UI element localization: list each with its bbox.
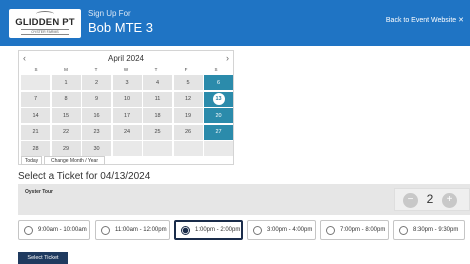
time-slot-option-selected[interactable]: 1:00pm - 2:00pm (174, 220, 243, 240)
calendar-day[interactable]: 14 (21, 108, 50, 123)
radio-unchecked-icon[interactable] (253, 225, 262, 235)
calendar-day[interactable]: 16 (82, 108, 111, 123)
calendar-day[interactable]: 18 (143, 108, 172, 123)
calendar-day-grid: 1 2 3 4 5 6 7 8 9 10 11 12 13 14 15 16 17 18 19 20 21 22 23 24 2… (21, 75, 233, 156)
calendar-empty-cell (204, 141, 233, 156)
weekday-label: S (34, 67, 38, 72)
calendar-empty-cell (21, 75, 50, 90)
calendar-day-available[interactable]: 6 (204, 75, 233, 90)
calendar-day[interactable]: 5 (173, 75, 203, 90)
month-title: April 2024 (107, 54, 145, 63)
header-bar: GLIDDEN PT OYSTER FARMS Sign Up For Bob … (0, 0, 470, 46)
select-ticket-button[interactable]: Select Ticket (18, 252, 68, 264)
calendar-day-selected[interactable]: 13 (204, 91, 233, 107)
radio-unchecked-icon[interactable] (399, 225, 408, 235)
radio-unchecked-icon[interactable] (101, 225, 110, 235)
calendar-day-available[interactable]: 27 (204, 124, 233, 140)
time-slot-label: 11:00am - 12:00pm (115, 227, 167, 233)
calendar-day[interactable]: 21 (21, 124, 50, 140)
glidden-point-logo[interactable]: GLIDDEN PT OYSTER FARMS (9, 9, 81, 38)
ticket-name: Oyster Tour (25, 189, 53, 195)
calendar-day[interactable]: 22 (51, 124, 81, 140)
calendar-day[interactable]: 7 (21, 91, 50, 107)
ticket-row: Oyster Tour − 2 + (18, 184, 470, 215)
weekday-header: S M T W T F S (21, 67, 231, 74)
plus-icon[interactable]: + (442, 193, 457, 208)
calendar-empty-cell (143, 141, 172, 156)
calendar-day[interactable]: 29 (51, 141, 81, 156)
calendar-day[interactable]: 15 (51, 108, 81, 123)
calendar-day[interactable]: 24 (112, 124, 142, 140)
select-ticket-heading: Select a Ticket for 04/13/2024 (18, 171, 151, 182)
today-button[interactable]: Today (21, 156, 42, 165)
calendar-day[interactable]: 30 (82, 141, 111, 156)
quantity-stepper: − 2 + (394, 188, 470, 211)
back-to-event-website-link[interactable]: Back to Event Website ✕ (386, 16, 464, 24)
sign-up-for-label: Sign Up For (88, 9, 131, 18)
calendar-empty-cell (112, 141, 142, 156)
calendar-day[interactable]: 19 (173, 108, 203, 123)
calendar-day[interactable]: 28 (21, 141, 50, 156)
calendar-day[interactable]: 10 (112, 91, 142, 107)
calendar-day-available[interactable]: 20 (204, 108, 233, 123)
calendar-day[interactable]: 12 (173, 91, 203, 107)
time-slot-label: 3:00pm - 4:00pm (267, 227, 313, 233)
calendar-day[interactable]: 4 (143, 75, 172, 90)
time-slot-label: 7:00pm - 8:00pm (340, 227, 386, 233)
quantity-value: 2 (426, 192, 434, 206)
weekday-label: W (123, 67, 129, 72)
calendar-day[interactable]: 1 (51, 75, 81, 90)
time-slot-label: 1:00pm - 2:00pm (195, 227, 241, 233)
radio-checked-icon[interactable] (181, 225, 190, 235)
time-slot-option[interactable]: 3:00pm - 4:00pm (247, 220, 316, 240)
next-month-icon[interactable]: › (226, 53, 229, 63)
calendar-day[interactable]: 17 (112, 108, 142, 123)
calendar-day[interactable]: 25 (143, 124, 172, 140)
event-title: Bob MTE 3 (88, 20, 154, 35)
radio-unchecked-icon[interactable] (24, 225, 33, 235)
time-slot-label: 9:00am - 10:00am (38, 227, 87, 233)
weekday-label: F (184, 67, 188, 72)
weekday-label: M (64, 67, 68, 72)
change-month-year-button[interactable]: Change Month / Year (44, 156, 105, 165)
time-slot-option[interactable]: 9:00am - 10:00am (18, 220, 90, 240)
weekday-label: S (214, 67, 218, 72)
calendar-day[interactable]: 11 (143, 91, 172, 107)
calendar-empty-cell (173, 141, 203, 156)
weekday-label: T (94, 67, 98, 72)
logo-text: GLIDDEN PT (15, 17, 75, 28)
minus-icon[interactable]: − (403, 193, 418, 208)
calendar-day[interactable]: 9 (82, 91, 111, 107)
logo-subtext: OYSTER FARMS (21, 29, 69, 35)
time-slot-option[interactable]: 11:00am - 12:00pm (95, 220, 170, 240)
radio-unchecked-icon[interactable] (326, 225, 335, 235)
time-slot-label: 8:30pm - 9:30pm (413, 227, 459, 233)
time-slot-option[interactable]: 8:30pm - 9:30pm (393, 220, 465, 240)
calendar-day[interactable]: 26 (173, 124, 203, 140)
calendar-day[interactable]: 2 (82, 75, 111, 90)
calendar-day[interactable]: 3 (112, 75, 142, 90)
date-picker-calendar: ‹ April 2024 › S M T W T F S 1 2 3 4 5 6 7 8 9 10… (18, 50, 234, 165)
weekday-label: T (154, 67, 158, 72)
calendar-day[interactable]: 23 (82, 124, 111, 140)
time-slot-option[interactable]: 7:00pm - 8:00pm (320, 220, 389, 240)
calendar-day-label: 13 (212, 93, 225, 105)
calendar-day[interactable]: 8 (51, 91, 81, 107)
